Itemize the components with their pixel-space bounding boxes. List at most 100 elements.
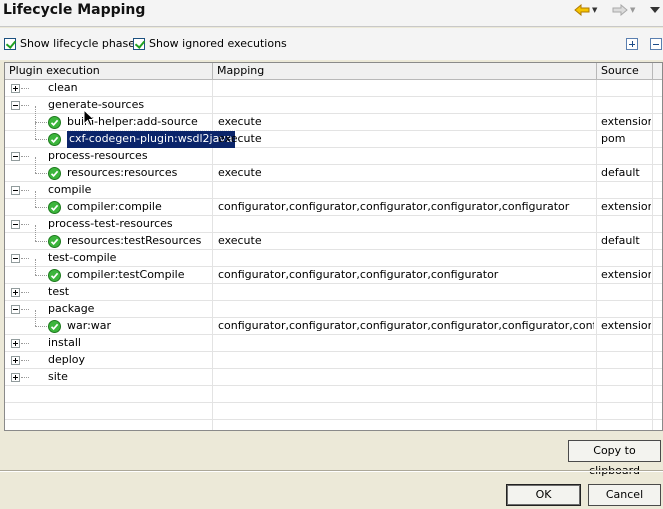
source-cell — [601, 284, 651, 301]
tree-expand-icon[interactable] — [11, 288, 20, 297]
table-row[interactable]: site — [5, 369, 662, 386]
checkbox-checked-icon — [133, 37, 145, 50]
copy-to-clipboard-button[interactable]: Copy to clipboard — [568, 440, 661, 477]
tree-expand-icon[interactable] — [11, 373, 20, 382]
table-row[interactable]: test — [5, 284, 662, 301]
plugin-execution-label: war:war — [67, 319, 112, 332]
tree-expand-icon[interactable] — [11, 339, 20, 348]
ok-button[interactable]: OK — [506, 484, 581, 506]
forward-button[interactable]: ▼ — [612, 3, 635, 17]
tree-collapse-icon[interactable] — [11, 152, 20, 161]
tree-connector — [21, 292, 29, 293]
tree-connector — [21, 377, 29, 378]
plugin-execution-label: compiler:testCompile — [67, 268, 185, 281]
green-check-icon — [48, 235, 61, 248]
plugin-execution-label: resources:resources — [67, 166, 178, 179]
source-cell — [601, 301, 651, 318]
tree-expand-icon[interactable] — [11, 84, 20, 93]
tree-collapse-icon[interactable] — [11, 254, 20, 263]
tree-connector — [35, 139, 47, 140]
show-lifecycle-phases-checkbox[interactable]: Show lifecycle phases — [4, 37, 141, 50]
empty-table-row — [5, 420, 662, 430]
options-bar: Show lifecycle phases Show ignored execu… — [0, 28, 663, 60]
table-row[interactable]: build-helper:add-source execute extension — [5, 106, 662, 131]
lifecycle-phase-label: process-test-resources — [48, 217, 173, 230]
expand-all-button[interactable] — [626, 38, 638, 50]
source-cell — [601, 80, 651, 97]
forward-arrow-icon — [612, 4, 628, 16]
mapping-cell — [218, 335, 594, 352]
tree-connector — [21, 258, 29, 259]
show-lifecycle-phases-label: Show lifecycle phases — [20, 37, 141, 50]
tree-connector — [35, 259, 36, 275]
cancel-button[interactable]: Cancel — [588, 484, 661, 506]
table-row[interactable]: process-resources — [5, 148, 662, 165]
lifecycle-phase-label: test — [48, 285, 70, 298]
source-cell: extension — [601, 200, 651, 213]
tree-expand-icon[interactable] — [11, 356, 20, 365]
table-row[interactable]: resources:resources execute default — [5, 157, 662, 182]
empty-table-row — [5, 403, 662, 420]
tree-connector — [35, 241, 47, 242]
tree-collapse-icon[interactable] — [11, 101, 20, 110]
tree-connector — [21, 105, 29, 106]
table-row[interactable]: compiler:compile configurator,configurato… — [5, 191, 662, 216]
table-row[interactable]: test-compile — [5, 250, 662, 267]
green-check-icon — [48, 116, 61, 129]
table-row[interactable]: deploy — [5, 352, 662, 369]
tree-connector — [21, 190, 29, 191]
lifecycle-phase-label: test-compile — [48, 251, 117, 264]
lifecycle-phase-label: package — [48, 302, 95, 315]
mapping-cell — [218, 80, 594, 97]
plugin-execution-label: cxf-codegen-plugin:wsdl2java — [66, 130, 236, 149]
table-row[interactable]: cxf-codegen-plugin:wsdl2java execute pom — [5, 123, 662, 149]
back-button[interactable]: ▼ — [574, 3, 597, 17]
mapping-cell: configurator,configurator,configurator,c… — [218, 268, 499, 281]
tree-connector — [21, 88, 29, 89]
table-row[interactable]: compiler:testCompile configurator,configu… — [5, 259, 662, 284]
column-header-mapping[interactable]: Mapping — [213, 63, 597, 80]
green-check-icon — [48, 201, 61, 214]
view-menu-button[interactable] — [650, 3, 660, 17]
lifecycle-phase-label: install — [48, 336, 81, 349]
mapping-cell — [218, 97, 594, 114]
lifecycle-mapping-table[interactable]: Plugin execution Mapping Source clean gen… — [4, 62, 663, 431]
source-cell: default — [601, 166, 640, 179]
tree-collapse-icon[interactable] — [11, 186, 20, 195]
source-cell — [601, 148, 651, 165]
table-row[interactable]: compile — [5, 182, 662, 199]
tree-collapse-icon[interactable] — [11, 305, 20, 314]
table-row[interactable]: war:war configurator,configurator,configu… — [5, 310, 662, 335]
table-row[interactable]: resources:testResources execute default — [5, 225, 662, 250]
source-cell: default — [601, 234, 640, 247]
mapping-cell: execute — [218, 166, 262, 179]
tree-collapse-icon[interactable] — [11, 220, 20, 229]
mapping-cell — [218, 301, 594, 318]
collapse-all-button[interactable] — [650, 38, 662, 50]
column-header-plugin-execution[interactable]: Plugin execution — [5, 63, 213, 80]
mapping-cell — [218, 148, 594, 165]
table-row[interactable]: clean — [5, 80, 662, 97]
back-history-dropdown-icon[interactable]: ▼ — [592, 6, 597, 14]
table-row[interactable]: process-test-resources — [5, 216, 662, 233]
table-row[interactable]: install — [5, 335, 662, 352]
forward-history-dropdown-icon[interactable]: ▼ — [630, 6, 635, 14]
tree-connector — [21, 224, 29, 225]
lifecycle-phase-label: generate-sources — [48, 98, 145, 111]
mapping-cell: configurator,configurator,configurator,c… — [218, 200, 570, 213]
source-cell — [601, 97, 651, 114]
table-row[interactable]: package — [5, 301, 662, 318]
lifecycle-phase-label: site — [48, 370, 68, 383]
checkbox-checked-icon — [4, 37, 16, 50]
tree-connector — [35, 157, 36, 173]
source-cell — [601, 335, 651, 352]
table-row[interactable]: generate-sources — [5, 97, 662, 114]
tree-connector — [35, 173, 47, 174]
show-ignored-executions-label: Show ignored executions — [149, 37, 287, 50]
show-ignored-executions-checkbox[interactable]: Show ignored executions — [133, 37, 287, 50]
column-header-source[interactable]: Source — [597, 63, 653, 80]
tree-connector — [21, 343, 29, 344]
tree-connector — [35, 225, 36, 241]
dialog-title: Lifecycle Mapping — [3, 2, 146, 18]
lifecycle-phase-label: deploy — [48, 353, 86, 366]
